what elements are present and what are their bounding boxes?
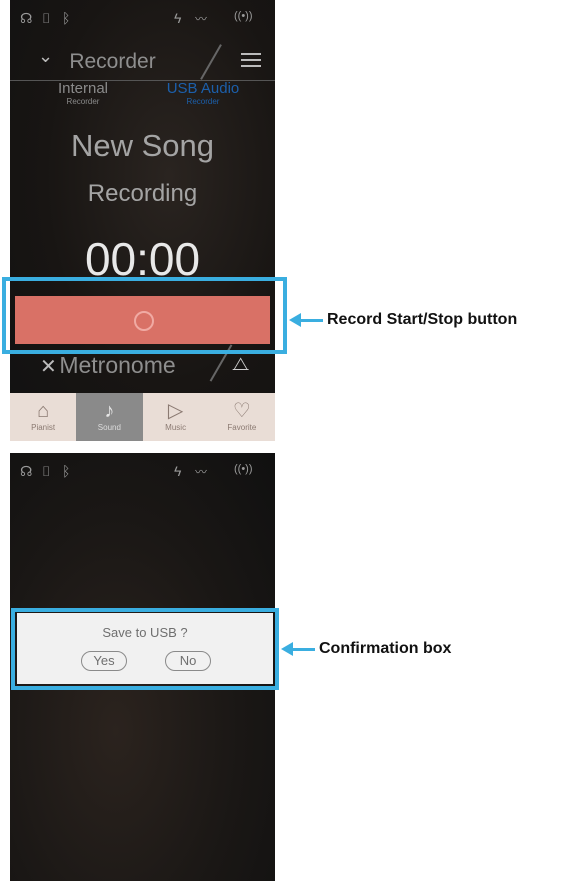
power-icon: ϟ xyxy=(174,463,182,479)
usb-icon: ⌷ xyxy=(42,10,51,26)
nav-favorite[interactable]: ♡ Favorite xyxy=(209,393,275,441)
nav-music[interactable]: ▷ Music xyxy=(143,393,209,441)
power-icon: ϟ xyxy=(174,10,182,26)
audio-wave-icon: 〰 xyxy=(195,465,208,479)
nav-pianist[interactable]: ⌂ Pianist xyxy=(10,393,76,441)
confirmation-box-highlight xyxy=(11,608,279,690)
arrow-left-icon xyxy=(289,313,301,327)
bottom-nav: ⌂ Pianist ♪ Sound ▷ Music ♡ Favorite xyxy=(10,393,275,441)
nav-label: Sound xyxy=(97,423,121,432)
metronome-label: Metronome xyxy=(59,352,176,378)
page-title: Recorder xyxy=(69,50,156,73)
song-name: New Song xyxy=(70,128,215,163)
bluetooth-icon: ᛒ xyxy=(62,463,71,479)
arrow-left-icon xyxy=(281,642,293,656)
audio-wave-icon: 〰 xyxy=(195,12,208,26)
callout-label: Confirmation box xyxy=(319,640,452,657)
usb-icon: ⌷ xyxy=(42,463,51,479)
recorder-screen: ☊ ⌷ ᛒ ϟ 〰 ((•)) ⌄ Recorder Internal Reco… xyxy=(10,0,275,441)
metronome-icon[interactable]: ⧍ xyxy=(232,354,249,375)
record-button-callout: Record Start/Stop button xyxy=(289,311,517,329)
tab-sublabel: Recorder xyxy=(66,97,100,106)
play-icon: ▷ xyxy=(167,400,184,422)
nav-sound[interactable]: ♪ Sound xyxy=(76,393,143,441)
callout-line xyxy=(301,318,323,322)
menu-icon[interactable] xyxy=(241,49,261,71)
callout-label: Record Start/Stop button xyxy=(327,311,518,328)
tab-sublabel: Recorder xyxy=(186,97,220,106)
record-button-highlight xyxy=(2,277,287,354)
tab-internal-recorder[interactable]: Internal Recorder xyxy=(18,80,148,106)
nav-label: Music xyxy=(165,423,187,432)
nav-label: Pianist xyxy=(31,423,56,432)
bluetooth-icon: ᛒ xyxy=(62,10,71,26)
recording-status: Recording xyxy=(87,180,198,207)
status-bar: ☊ ⌷ ᛒ ϟ 〰 ((•)) xyxy=(10,0,275,36)
confirmation-box-callout: Confirmation box xyxy=(281,640,451,658)
headphones-icon: ☊ xyxy=(20,463,33,479)
tab-usb-audio-recorder[interactable]: USB Audio Recorder xyxy=(138,80,268,106)
recorder-tabs: Internal Recorder USB Audio Recorder xyxy=(10,80,275,120)
metronome-bar[interactable]: ✕ Metronome ⧍ xyxy=(10,344,275,388)
tab-label: USB Audio xyxy=(166,80,240,97)
headphones-icon: ☊ xyxy=(20,10,33,26)
callout-line xyxy=(293,647,315,651)
nav-label: Favorite xyxy=(227,423,257,432)
tab-label: Internal xyxy=(57,80,109,97)
wireless-icon: ((•)) xyxy=(234,463,253,475)
status-bar: ☊ ⌷ ᛒ ϟ 〰 ((•)) xyxy=(10,453,275,489)
recorder-header: ⌄ Recorder xyxy=(10,38,275,81)
wireless-icon: ((•)) xyxy=(234,10,253,22)
music-note-icon: ♪ xyxy=(104,400,115,422)
heart-icon: ♡ xyxy=(232,400,251,422)
piano-icon: ⌂ xyxy=(37,400,50,422)
